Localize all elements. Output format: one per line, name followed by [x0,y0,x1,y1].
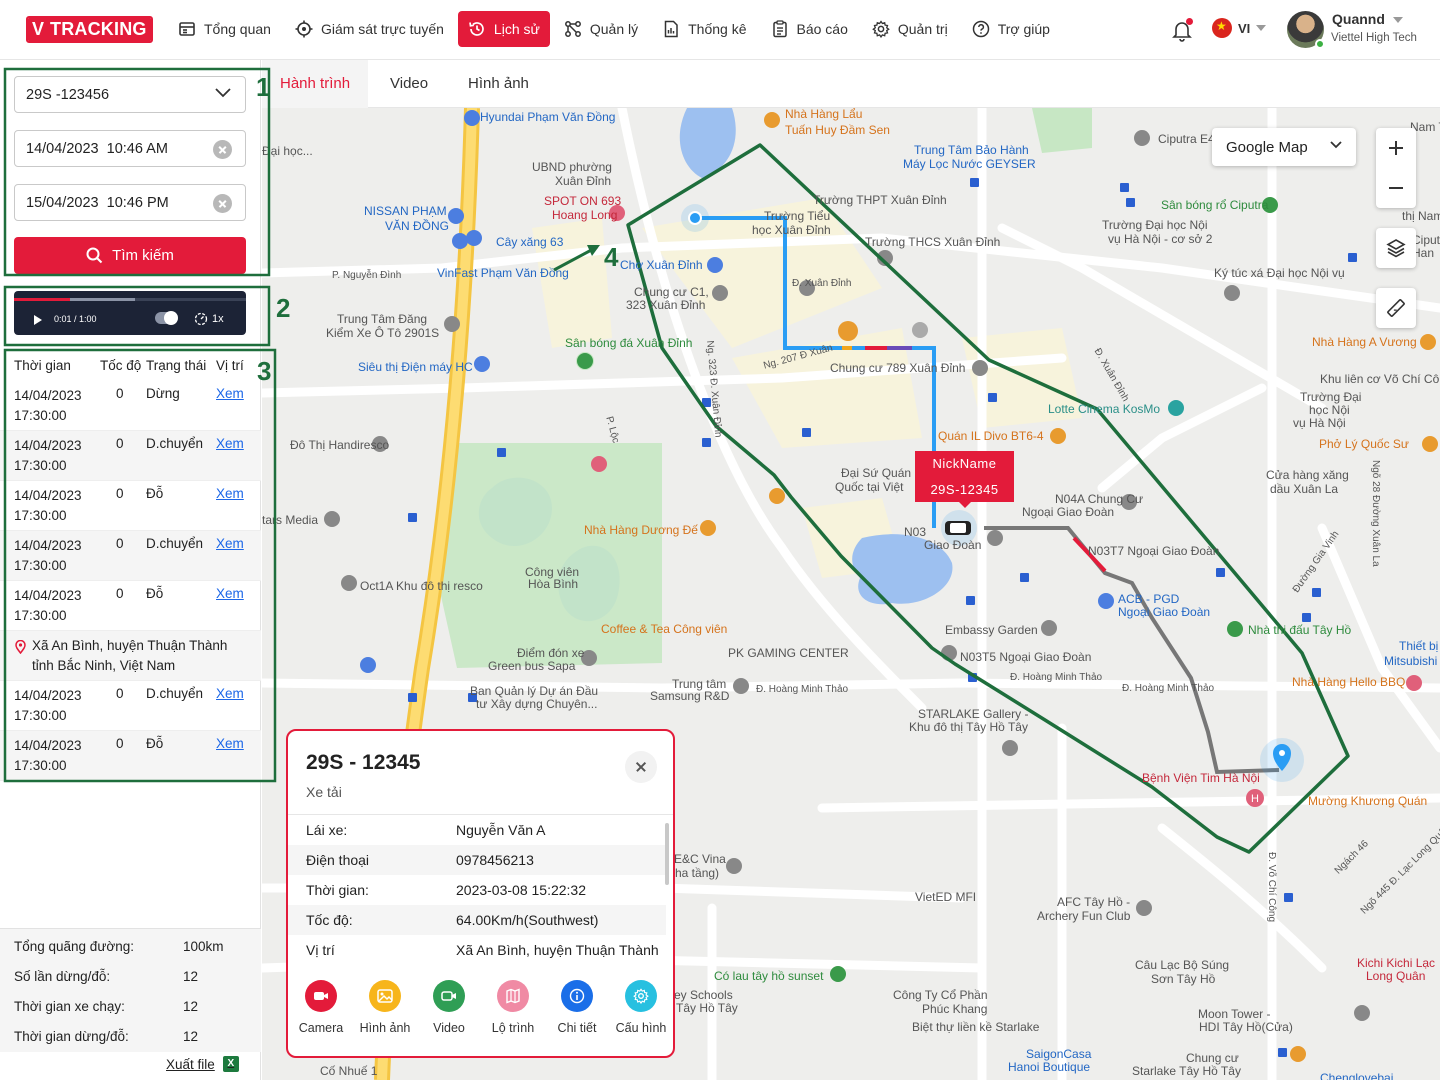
popup-subtitle: Xe tải [306,784,342,800]
field-key: Tốc độ: [306,912,353,928]
action-label: Lộ trình [491,1021,535,1035]
popup-scrollbar[interactable] [665,823,669,885]
route-action-button[interactable]: Lộ trình [481,980,545,1035]
action-label: Chi tiết [557,1021,597,1035]
action-label: Camera [298,1021,344,1035]
popup-field-driver: Lái xe: Nguyễn Văn A [288,815,666,845]
field-value: Nguyễn Văn A [456,822,546,838]
field-key: Điện thoại [306,852,370,868]
vehicle-info-popup: 29S - 12345 Xe tải Lái xe: Nguyễn Văn A Đ… [286,729,675,1058]
info-icon [561,980,593,1012]
popup-field-time: Thời gian: 2023-03-08 15:22:32 [288,875,666,905]
field-value: 64.00Km/h(Southwest) [456,912,599,928]
close-icon[interactable] [625,751,657,783]
action-label: Hình ảnh [359,1021,411,1035]
popup-title: 29S - 12345 [306,751,421,774]
field-key: Vị trí [306,942,335,958]
camera-icon [305,980,337,1012]
action-label: Video [433,1021,465,1035]
images-action-button[interactable]: Hình ảnh [353,980,417,1035]
config-action-button[interactable]: Cấu hình [609,980,673,1035]
route-icon [497,980,529,1012]
video-action-button[interactable]: Video [417,980,481,1035]
field-value: Xã An Bình, huyện Thuận Thành [456,942,659,958]
image-icon [369,980,401,1012]
camera-action-button[interactable]: Camera [289,980,353,1035]
field-key: Thời gian: [306,882,369,898]
action-label: Cấu hình [615,1021,667,1035]
detail-action-button[interactable]: Chi tiết [545,980,609,1035]
field-key: Lái xe: [306,822,348,838]
popup-field-location: Vị trí Xã An Bình, huyện Thuận Thành [288,935,666,965]
video-icon [433,980,465,1012]
field-value: 2023-03-08 15:22:32 [456,882,586,898]
annotation-overlay [3,67,277,783]
config-gear-icon [625,980,657,1012]
popup-field-speed: Tốc độ: 64.00Km/h(Southwest) [288,905,666,935]
field-value: 0978456213 [456,852,534,868]
popup-field-phone: Điện thoại 0978456213 [288,845,666,875]
